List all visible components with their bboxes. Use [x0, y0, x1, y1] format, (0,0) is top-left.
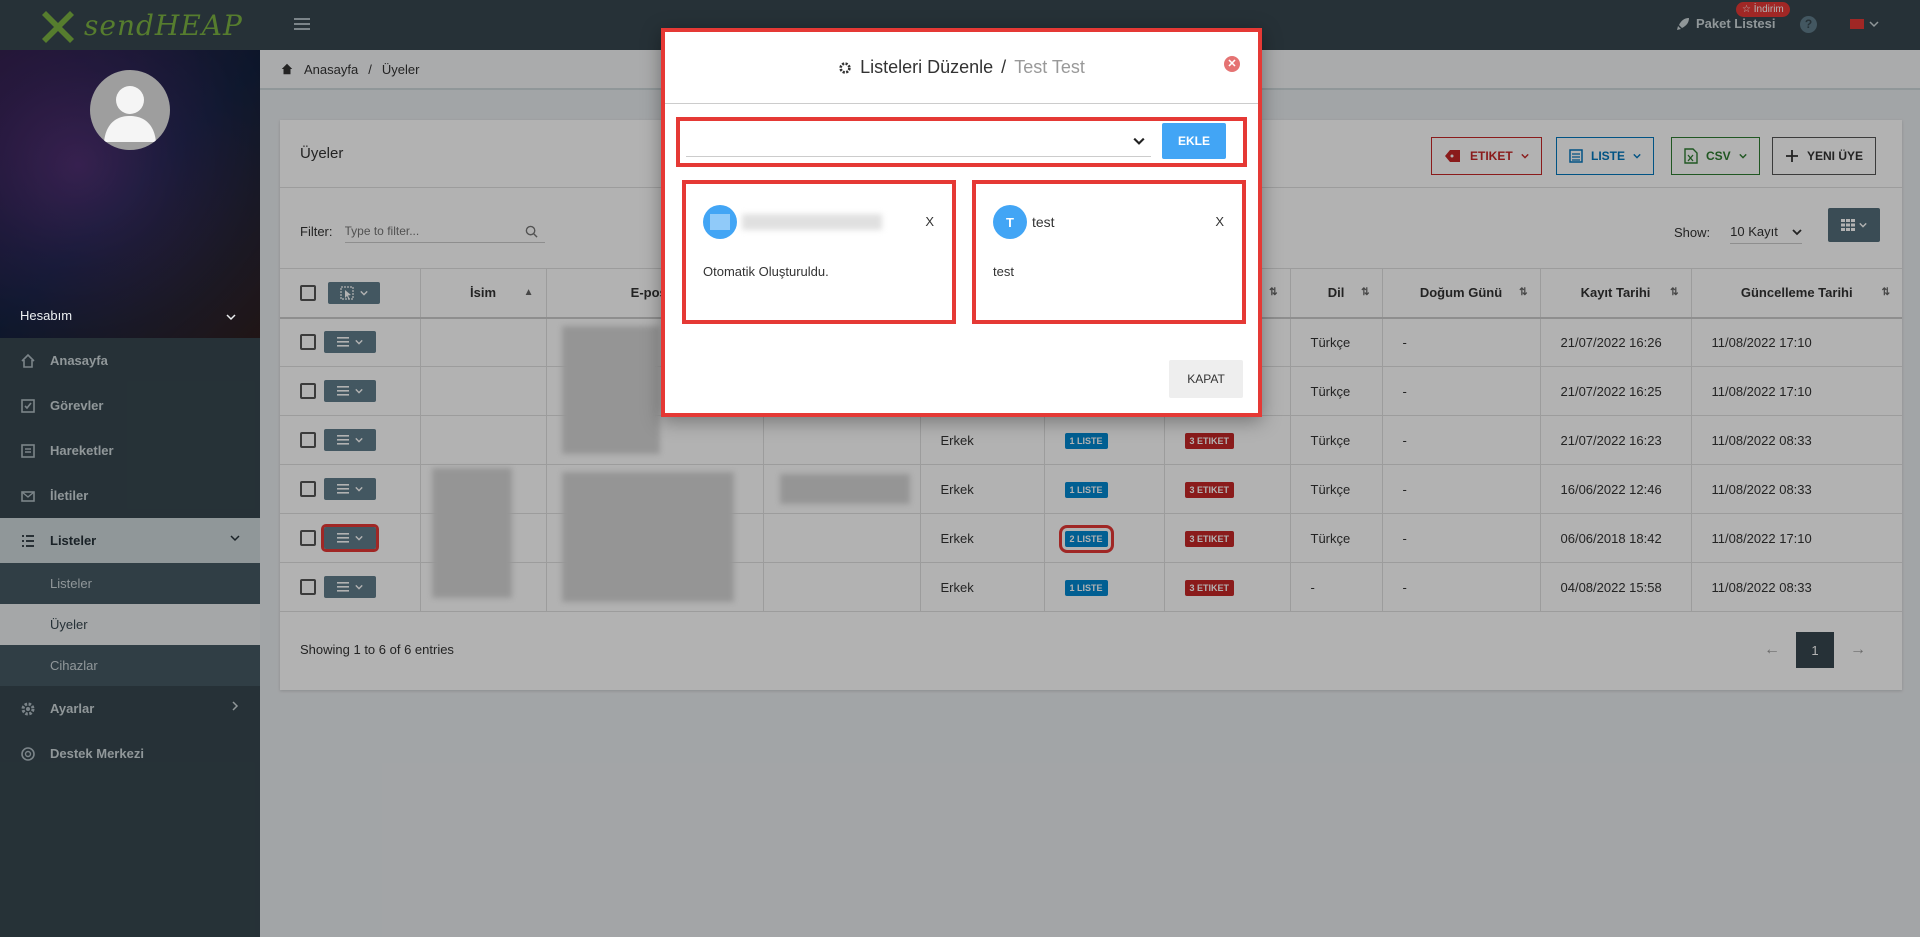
image-placeholder-icon	[710, 214, 730, 230]
list-select-dropdown[interactable]	[686, 127, 1151, 157]
list-card: X Otomatik Oluşturuldu.	[682, 180, 956, 324]
edit-lists-modal: Listeleri Düzenle / Test Test ✕ EKLE X O…	[661, 28, 1262, 417]
modal-header: Listeleri Düzenle / Test Test	[665, 32, 1258, 104]
close-button[interactable]: KAPAT	[1169, 360, 1243, 398]
list-description: test	[993, 264, 1014, 279]
gear-icon	[839, 61, 851, 74]
remove-list-button[interactable]: X	[1215, 214, 1224, 229]
list-description: Otomatik Oluşturuldu.	[703, 264, 829, 279]
avatar	[90, 70, 170, 150]
add-list-row: EKLE	[676, 117, 1247, 167]
list-avatar: T	[993, 205, 1027, 239]
chevron-down-icon[interactable]	[226, 312, 236, 322]
modal-title-separator: /	[1001, 57, 1007, 77]
list-name: test	[1032, 214, 1055, 230]
list-card: T test X test	[972, 180, 1246, 324]
list-avatar	[703, 205, 737, 239]
modal-subtitle: Test Test	[1014, 57, 1085, 77]
blurred-list-name	[742, 214, 882, 230]
remove-list-button[interactable]: X	[925, 214, 934, 229]
chevron-down-icon	[1133, 137, 1145, 145]
modal-title: Listeleri Düzenle	[860, 57, 994, 77]
add-button[interactable]: EKLE	[1162, 123, 1226, 159]
close-icon[interactable]: ✕	[1224, 56, 1240, 72]
account-menu-label[interactable]: Hesabım	[20, 308, 72, 323]
